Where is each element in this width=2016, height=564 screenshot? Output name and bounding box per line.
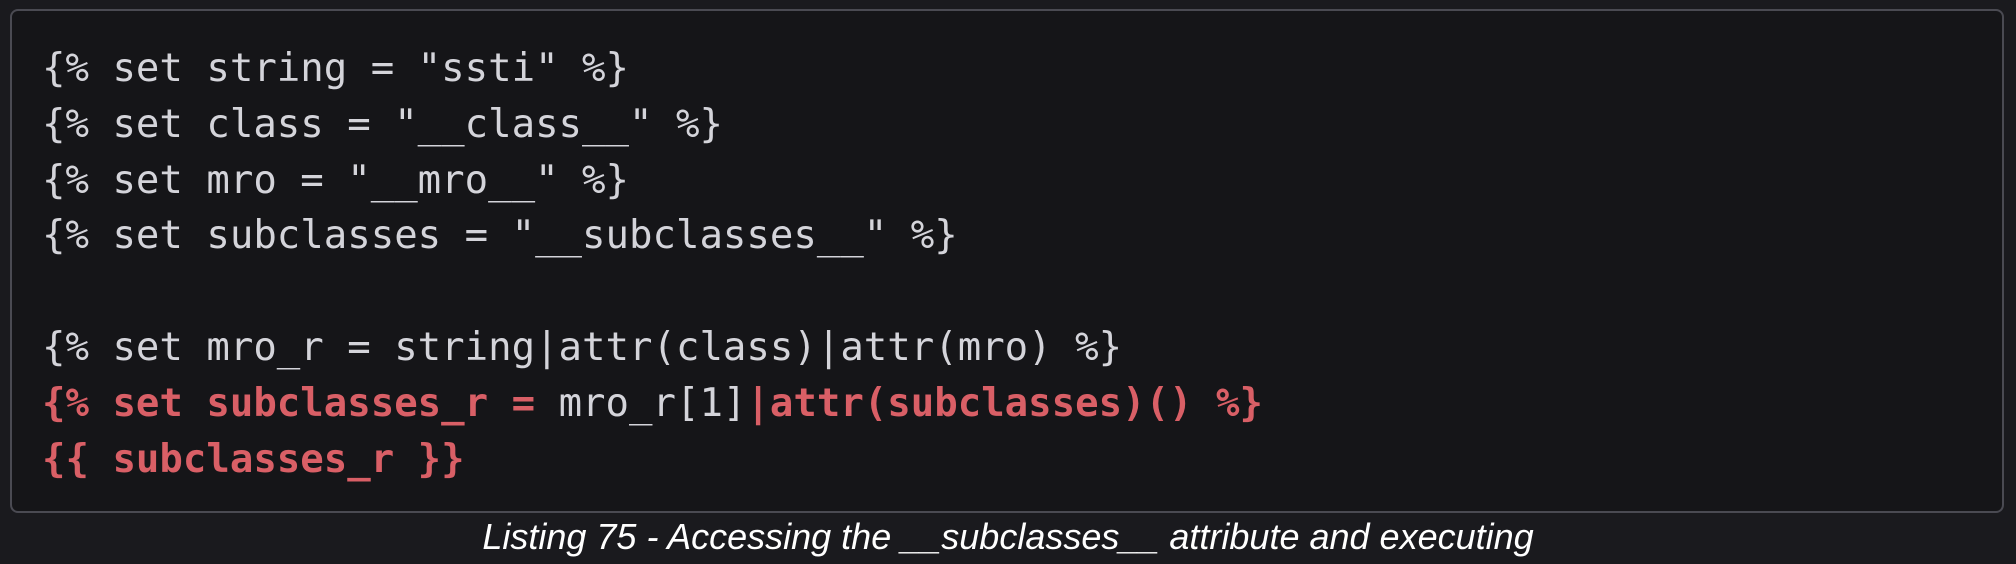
code-line-4: {% set subclasses = "__subclasses__" %} [42,213,958,259]
listing-caption: Listing 75 - Accessing the __subclasses_… [482,516,1534,557]
code-line-1: {% set string = "ssti" %} [42,46,629,91]
code-line-7-plain: mro_r[1] [558,380,747,426]
code-line-6: {% set mro_r = string|attr(class)|attr(m… [42,324,1123,370]
code-line-7: {% set subclasses_r = mro_r[1]|attr(subc… [42,376,2002,432]
code-line-7-highlight-start: {% set subclasses_r = [42,380,559,426]
code-line-8: {{ subclasses_r }} [42,436,465,482]
code-line-2: {% set class = "__class__" %} [42,101,723,147]
code-line-7-highlight-end: |attr(subclasses)() %} [746,380,1263,426]
code-line-3: {% set mro = "__mro__" %} [42,157,629,203]
code-listing: {% set string = "ssti" %} {% set class =… [10,9,2004,513]
